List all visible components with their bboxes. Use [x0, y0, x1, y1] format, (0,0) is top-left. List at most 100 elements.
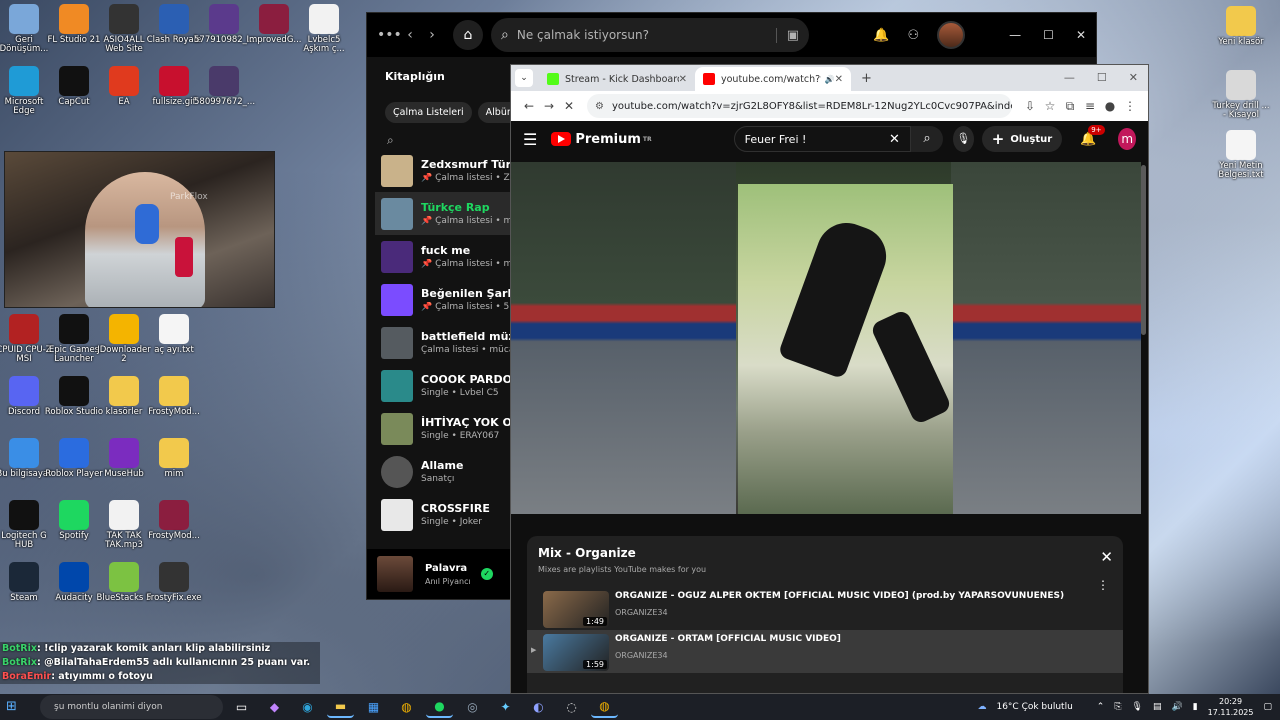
menu-icon[interactable]: ⋮	[1120, 99, 1140, 113]
now-playing-artist[interactable]: Anıl Piyancı	[425, 577, 471, 586]
desktop-icon[interactable]: Yeni klasör	[1211, 6, 1271, 47]
library-item[interactable]: Zedxsmurf Türkçe 📌 Çalma listesi • Zed	[375, 149, 515, 192]
install-icon[interactable]: ⇩	[1020, 99, 1040, 113]
video-player[interactable]	[511, 162, 1141, 514]
back-icon[interactable]: ‹	[399, 27, 421, 43]
now-playing-cover[interactable]	[377, 556, 413, 592]
desktop-icon[interactable]: FrostyFix.exe	[144, 562, 204, 603]
close-tab-icon[interactable]: ✕	[679, 74, 687, 85]
library-item[interactable]: battlefield müziği Çalma listesi • mücah	[375, 321, 515, 364]
chat-username[interactable]: BoraEmir	[2, 671, 51, 682]
home-button[interactable]: ⌂	[453, 20, 483, 50]
notifications-icon[interactable]: 🔔	[873, 28, 889, 43]
library-item[interactable]: Allame Sanatçı	[375, 450, 515, 493]
scrollbar[interactable]	[1141, 165, 1146, 335]
library-item[interactable]: İHTİYAÇ YOK OTEI Single • ERAY067	[375, 407, 515, 450]
tab-search-icon[interactable]: ⌄	[515, 69, 533, 87]
browser-tab[interactable]: Stream - Kick Dashboard ✕	[539, 67, 695, 91]
minimize-icon[interactable]: —	[1009, 28, 1021, 42]
friend-activity-icon[interactable]: ⚇	[908, 28, 920, 43]
stop-loading-icon[interactable]: ✕	[559, 99, 579, 113]
now-playing-title[interactable]: Palavra	[425, 563, 471, 574]
site-info-icon[interactable]: ⚙	[595, 101, 604, 112]
windows-start-icon[interactable]: ⊞	[6, 699, 17, 714]
discord-icon[interactable]: ◐	[525, 696, 552, 718]
volume-icon[interactable]: 🔊	[1172, 702, 1183, 712]
account-avatar[interactable]: m	[1118, 128, 1136, 150]
library-item[interactable]: CROSSFIRE Single • Joker	[375, 493, 515, 536]
desktop-icon[interactable]: FrostyMod...	[144, 376, 204, 417]
library-item[interactable]: COOOK PARDON Single • Lvbel C5	[375, 364, 515, 407]
desktop-icon[interactable]: FrostyMod...	[144, 500, 204, 541]
voice-search-button[interactable]: 🎙	[952, 126, 974, 152]
playlist-item[interactable]: ▶ 1:59 ORGANIZE - ORTAM [OFFICIAL MUSIC VI…	[527, 630, 1123, 673]
copilot-icon[interactable]: ◆	[261, 696, 288, 718]
search-button[interactable]: ⌕	[910, 126, 943, 152]
library-item[interactable]: fuck me 📌 Çalma listesi • müc	[375, 235, 515, 278]
store-icon[interactable]: ▦	[360, 696, 387, 718]
spotify-search-input[interactable]: ⌕ Ne çalmak istiyorsun? ▣	[491, 18, 809, 52]
library-item[interactable]: Türkçe Rap 📌 Çalma listesi • m	[375, 192, 515, 235]
weather-text[interactable]: 16°C Çok bulutlu	[996, 702, 1072, 712]
obs-icon[interactable]: ◌	[558, 696, 585, 718]
desktop-icon[interactable]: 580997672_...	[194, 66, 255, 107]
spotify-icon[interactable]: ●	[426, 696, 453, 718]
taskbar-search[interactable]: şu montlu olanimi diyon	[40, 695, 223, 719]
tray-app-icon[interactable]: ⎘	[1114, 702, 1121, 712]
more-options-icon[interactable]: •••	[377, 27, 402, 43]
browse-icon[interactable]: ▣	[775, 27, 799, 43]
video-thumbnail[interactable]: 1:59	[543, 634, 609, 671]
address-bar[interactable]: ⚙ youtube.com/watch?v=zjrG2L8OFY8&list=R…	[587, 94, 1012, 118]
steam-icon[interactable]: ◎	[459, 696, 486, 718]
desktop-icon[interactable]: Lvbelc5 Aşkım ç...	[294, 4, 354, 55]
clear-search-icon[interactable]: ✕	[889, 132, 900, 147]
create-button[interactable]: + Oluştur	[981, 126, 1063, 152]
chrome-icon[interactable]: ◍	[591, 696, 618, 718]
youtube-logo[interactable]: Premium TR	[551, 132, 652, 147]
close-tab-icon[interactable]: ✕	[835, 74, 843, 85]
desktop-icon[interactable]: aç ayı.txt	[144, 314, 204, 355]
chrome-icon[interactable]: ◍	[393, 696, 420, 718]
chat-username[interactable]: BotRix	[2, 657, 37, 668]
video-thumbnail[interactable]: 1:49	[543, 591, 609, 628]
chevron-up-icon[interactable]: ⌃	[1097, 702, 1105, 712]
maximize-icon[interactable]: ☐	[1097, 71, 1107, 84]
notification-icon[interactable]: ▢	[1263, 702, 1272, 712]
video-title[interactable]: ORGANIZE - OGUZ ALPER OKTEM [OFFICIAL MU…	[615, 591, 1064, 601]
library-search-icon[interactable]: ⌕	[387, 133, 515, 149]
close-icon[interactable]: ✕	[1100, 548, 1113, 566]
channel-name[interactable]: ORGANIZE34	[615, 651, 841, 660]
task-view-icon[interactable]: ▭	[228, 696, 255, 718]
filter-chip[interactable]: Çalma Listeleri	[385, 102, 472, 123]
back-icon[interactable]: ←	[519, 99, 539, 113]
channel-name[interactable]: ORGANIZE34	[615, 608, 1064, 617]
app-icon[interactable]: ✦	[492, 696, 519, 718]
mic-icon[interactable]: 🎙	[1132, 702, 1143, 712]
forward-icon[interactable]: ›	[421, 27, 443, 43]
profile-avatar-icon[interactable]: ●	[1100, 99, 1120, 113]
battery-icon[interactable]: ▮	[1193, 702, 1198, 712]
clock[interactable]: 20:29 17.11.2025	[1208, 696, 1254, 718]
library-item[interactable]: Beğenilen Şarkılar 📌 Çalma listesi • 5 şa	[375, 278, 515, 321]
user-avatar[interactable]	[937, 21, 966, 49]
minimize-icon[interactable]: —	[1064, 71, 1075, 84]
tab-audio-icon[interactable]: 🔊	[825, 75, 835, 84]
notifications-button[interactable]: 🔔 9+	[1080, 124, 1105, 147]
network-icon[interactable]: ▤	[1153, 702, 1162, 712]
weather-icon[interactable]: ☁	[977, 702, 986, 712]
desktop-icon[interactable]: Yeni Metin Belgesi.txt	[1211, 130, 1271, 181]
forward-icon[interactable]: →	[539, 99, 559, 113]
chat-username[interactable]: BotRix	[2, 643, 37, 654]
edge-icon[interactable]: ◉	[294, 696, 321, 718]
video-title[interactable]: ORGANIZE - ORTAM [OFFICIAL MUSIC VIDEO]	[615, 634, 841, 644]
desktop-icon[interactable]: mim	[144, 438, 204, 479]
file-explorer-icon[interactable]: ▬	[327, 696, 354, 718]
hamburger-menu-icon[interactable]: ☰	[523, 130, 537, 149]
saved-check-icon[interactable]: ✓	[480, 568, 493, 580]
close-icon[interactable]: ✕	[1129, 71, 1138, 84]
browser-tab[interactable]: youtube.com/watch?v=zjrG 🔊✕	[695, 67, 851, 91]
media-control-icon[interactable]: ≡	[1080, 99, 1100, 113]
maximize-icon[interactable]: ☐	[1043, 28, 1054, 42]
youtube-search-input[interactable]: Feuer Frei ! ✕	[733, 126, 911, 152]
desktop-icon[interactable]: Turkey drill ... - Kısayol	[1211, 70, 1271, 121]
